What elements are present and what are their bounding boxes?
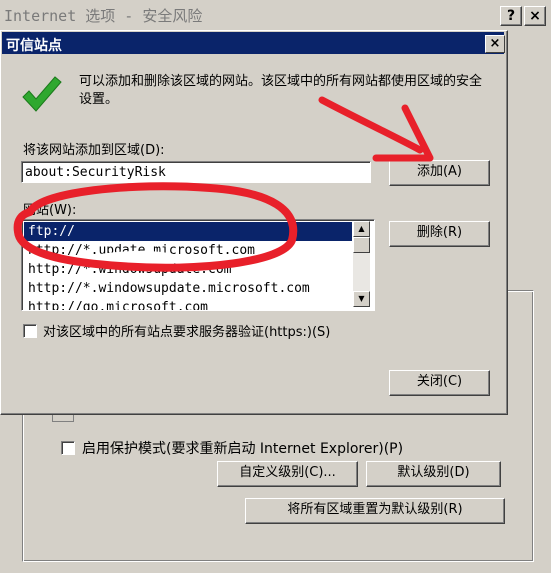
require-https-label: 对该区域中的所有站点要求服务器验证(https:)(S) xyxy=(43,325,331,340)
trusted-sites-dialog: 可信站点 × 可以添加和删除该区域的网站。该区域中的所有网站都使用区域的安全设置… xyxy=(0,30,508,415)
dialog-titlebar: 可信站点 × xyxy=(2,32,505,54)
list-item[interactable]: http://*.windowsupdate.microsoft.com xyxy=(24,279,352,298)
list-item[interactable]: http://go.microsoft.com xyxy=(24,298,352,310)
protected-mode-checkbox[interactable] xyxy=(61,441,75,455)
protected-mode-label: 启用保护模式(要求重新启动 Internet Explorer)(P) xyxy=(82,441,404,457)
dialog-title: 可信站点 xyxy=(6,38,62,54)
custom-level-button[interactable]: 自定义级别(C)... xyxy=(217,461,358,487)
add-site-label: 将该网站添加到区域(D): xyxy=(23,143,165,158)
list-scrollbar[interactable]: ▲ ▼ xyxy=(353,221,370,307)
window-close-button[interactable]: × xyxy=(524,6,546,26)
info-text: 可以添加和删除该区域的网站。该区域中的所有网站都使用区域的安全设置。 xyxy=(79,74,483,107)
require-https-checkbox[interactable] xyxy=(23,324,37,338)
scrollbar-thumb[interactable] xyxy=(353,237,370,253)
close-button[interactable]: 关闭(C) xyxy=(389,370,490,396)
window-titlebar: Internet 选项 - 安全风险 ? × xyxy=(0,0,551,30)
site-url-input[interactable]: about:SecurityRisk xyxy=(21,161,371,183)
help-button[interactable]: ? xyxy=(500,6,522,26)
check-icon xyxy=(22,76,62,112)
scroll-up-arrow-icon[interactable]: ▲ xyxy=(353,221,370,237)
reset-all-zones-button[interactable]: 将所有区域重置为默认级别(R) xyxy=(245,498,505,524)
add-button[interactable]: 添加(A) xyxy=(389,160,490,186)
sites-list[interactable]: ftp:// http://*.update.microsoft.com htt… xyxy=(21,219,375,311)
sites-label: 网站(W): xyxy=(23,203,77,218)
list-item[interactable]: http://*.windowsupdate.com xyxy=(24,260,352,279)
scroll-down-arrow-icon[interactable]: ▼ xyxy=(353,291,370,307)
default-level-button[interactable]: 默认级别(D) xyxy=(366,461,501,487)
dialog-close-button[interactable]: × xyxy=(485,35,505,53)
remove-button[interactable]: 删除(R) xyxy=(389,221,490,247)
list-item[interactable]: http://*.update.microsoft.com xyxy=(24,241,352,260)
list-item[interactable]: ftp:// xyxy=(24,222,352,241)
window-title: Internet 选项 - 安全风险 xyxy=(4,7,203,25)
